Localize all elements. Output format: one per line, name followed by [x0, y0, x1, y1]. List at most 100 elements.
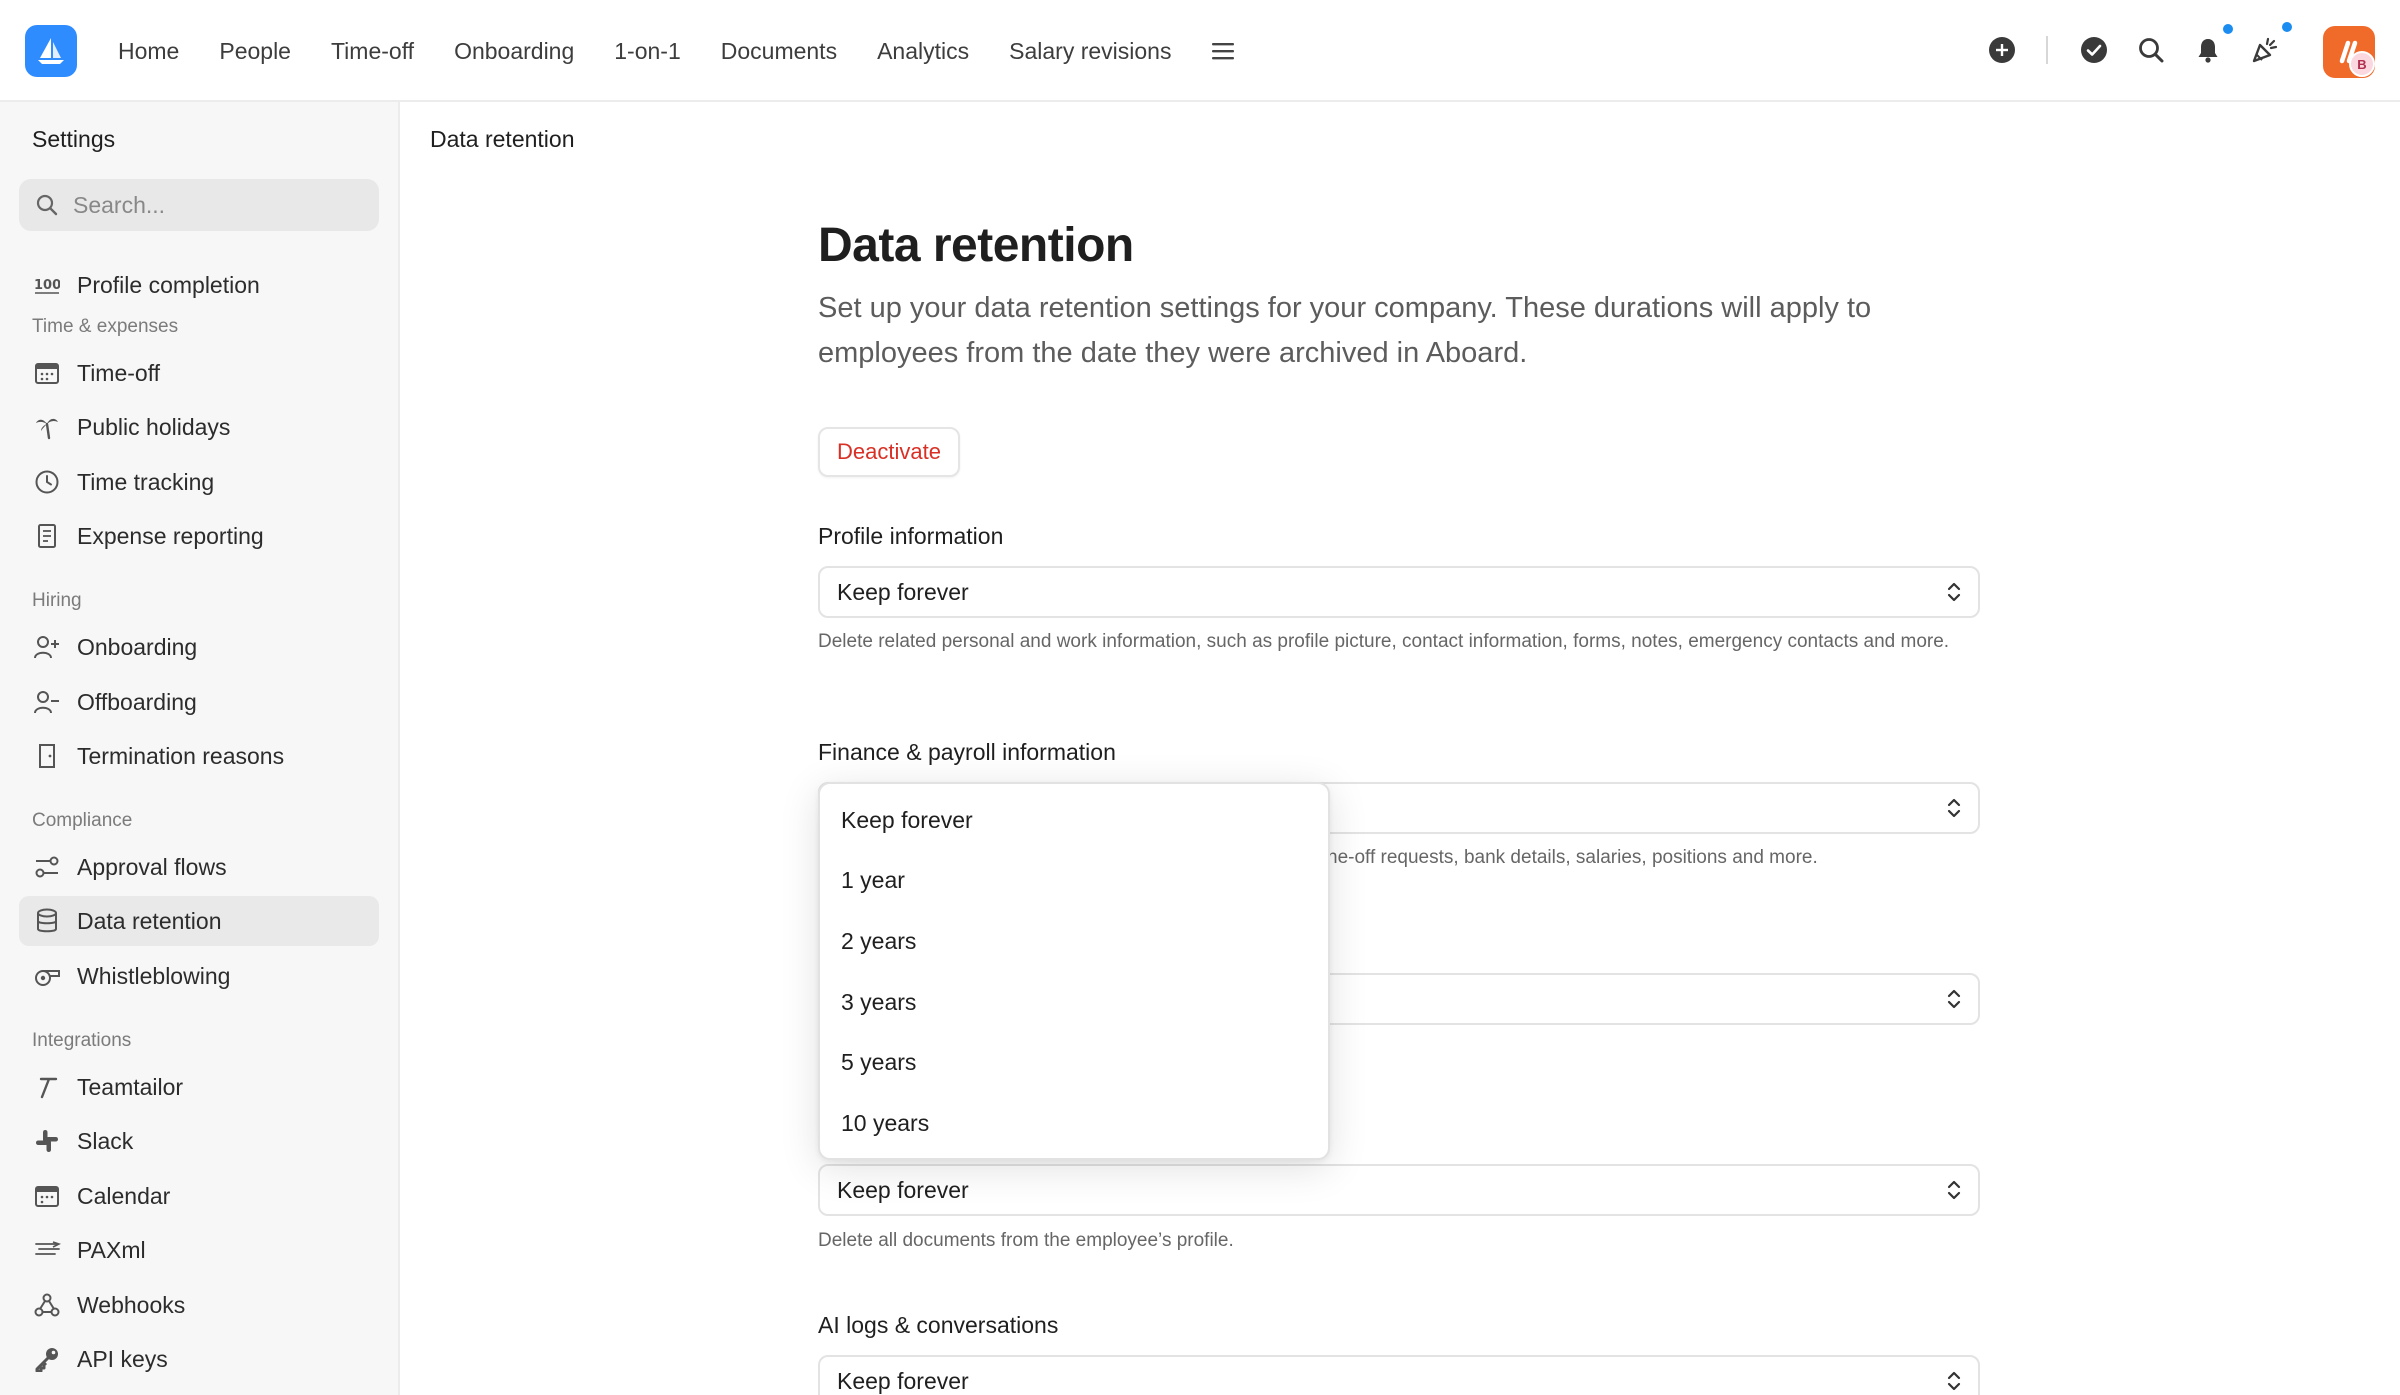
sidebar-item-onboarding[interactable]: Onboarding: [19, 622, 379, 672]
nav-1-on-1[interactable]: 1-on-1: [594, 38, 700, 65]
sidebar-item-label: Time-off: [77, 359, 161, 386]
select-ai-logs[interactable]: Keep forever: [818, 1355, 1980, 1395]
sidebar-item-label: Whistleblowing: [77, 962, 231, 989]
whats-new-button[interactable]: [2245, 30, 2285, 70]
clock-icon: [33, 468, 61, 496]
main-nav: Home People Time-off Onboarding 1-on-1 D…: [98, 0, 1245, 102]
dropdown-option-10-years[interactable]: 10 years: [820, 1093, 1328, 1154]
help-documents: Delete all documents from the employee’s…: [818, 1230, 1234, 1251]
sidebar-item-approval-flows[interactable]: Approval flows: [19, 842, 379, 892]
teamtailor-icon: [33, 1073, 61, 1101]
user-minus-icon: [33, 688, 61, 716]
search-input[interactable]: [73, 191, 363, 219]
field-label-ai-logs: AI logs & conversations: [818, 1312, 1059, 1338]
sidebar-search[interactable]: [19, 179, 379, 231]
webhooks-icon: [33, 1291, 61, 1319]
sidebar-item-data-retention[interactable]: Data retention: [19, 896, 379, 946]
nav-people[interactable]: People: [199, 38, 311, 65]
tasks-button[interactable]: [2074, 30, 2114, 70]
database-icon: [33, 907, 61, 935]
chevron-up-down-icon: [1947, 582, 1961, 602]
key-icon: [33, 1345, 61, 1373]
dropdown-option-3-years[interactable]: 3 years: [820, 972, 1328, 1033]
more-menu-button[interactable]: [1201, 29, 1245, 73]
search-icon: [2139, 38, 2164, 63]
sidebar-item-time-tracking[interactable]: Time tracking: [19, 457, 379, 507]
party-popper-icon: [2252, 37, 2278, 63]
sidebar-item-webhooks[interactable]: Webhooks: [19, 1280, 379, 1330]
bell-icon: [2198, 39, 2218, 63]
sidebar-item-label: Time tracking: [77, 468, 215, 495]
100-icon: 100: [33, 271, 61, 299]
page-title: Data retention: [818, 219, 1134, 272]
page-description: Set up your data retention settings for …: [818, 292, 1872, 369]
sidebar-item-profile-completion[interactable]: 100 Profile completion: [19, 260, 379, 310]
deactivate-button[interactable]: Deactivate: [818, 427, 960, 477]
app-logo[interactable]: [25, 25, 77, 77]
dropdown-option-2-years[interactable]: 2 years: [820, 911, 1328, 972]
calendar-icon: [33, 359, 61, 387]
sidebar-item-termination-reasons[interactable]: Termination reasons: [19, 731, 379, 781]
sidebar-item-label: Data retention: [77, 907, 222, 934]
sidebar-item-label: Slack: [77, 1127, 134, 1154]
user-initial-badge: B: [2349, 51, 2375, 77]
section-title-compliance: Compliance: [32, 810, 133, 831]
nav-time-off[interactable]: Time-off: [311, 38, 434, 65]
section-title-hiring: Hiring: [32, 590, 82, 611]
svg-text:100: 100: [34, 278, 60, 293]
sidebar-item-label: Public holidays: [77, 413, 231, 440]
receipt-icon: [33, 522, 61, 550]
sidebar-item-slack[interactable]: Slack: [19, 1116, 379, 1166]
select-profile-information[interactable]: Keep forever: [818, 566, 1980, 618]
dropdown-option-1-year[interactable]: 1 year: [820, 851, 1328, 912]
calendar-icon: [33, 1182, 61, 1210]
chevron-up-down-icon: [1947, 989, 1961, 1009]
sidebar-item-api-keys[interactable]: API keys: [19, 1334, 379, 1384]
sidebar-item-label: PAXml: [77, 1236, 146, 1263]
sidebar-item-label: Profile completion: [77, 271, 260, 298]
hamburger-menu-icon: [1212, 43, 1235, 60]
search-button[interactable]: [2131, 30, 2171, 70]
user-plus-icon: [33, 633, 61, 661]
sidebar-item-calendar[interactable]: Calendar: [19, 1171, 379, 1221]
nav-analytics[interactable]: Analytics: [857, 38, 989, 65]
help-profile-information: Delete related personal and work informa…: [818, 631, 1950, 652]
select-value: Keep forever: [837, 578, 969, 605]
sidebar-item-time-off[interactable]: Time-off: [19, 348, 379, 398]
nav-salary-revisions[interactable]: Salary revisions: [989, 38, 1191, 65]
add-button[interactable]: [1982, 30, 2022, 70]
sidebar-item-public-holidays[interactable]: Public holidays: [19, 402, 379, 452]
breadcrumb: Data retention: [430, 126, 575, 152]
sidebar-item-label: Expense reporting: [77, 522, 264, 549]
plus-circle-icon: [1989, 37, 2015, 63]
nav-home[interactable]: Home: [98, 38, 199, 65]
field-label-finance-payroll: Finance & payroll information: [818, 739, 1116, 765]
flow-icon: [33, 853, 61, 881]
sidebar-item-offboarding[interactable]: Offboarding: [19, 677, 379, 727]
dropdown-option-5-years[interactable]: 5 years: [820, 1032, 1328, 1093]
sidebar-item-label: Offboarding: [77, 688, 197, 715]
select-value: Keep forever: [837, 1367, 969, 1394]
sidebar-item-paxml[interactable]: PAXml: [19, 1225, 379, 1275]
select-documents[interactable]: Keep forever: [818, 1164, 1980, 1216]
sidebar-item-teamtailor[interactable]: Teamtailor: [19, 1062, 379, 1112]
select-value: Keep forever: [837, 1176, 969, 1203]
field-label-profile-information: Profile information: [818, 523, 1004, 549]
notification-dot: [2221, 22, 2235, 36]
section-title-integrations: Integrations: [32, 1030, 132, 1051]
palm-tree-icon: [33, 413, 61, 441]
slack-icon: [33, 1127, 61, 1155]
retention-dropdown-menu: Keep forever 1 year 2 years 3 years 5 ye…: [818, 782, 1330, 1160]
nav-documents[interactable]: Documents: [701, 38, 857, 65]
sailboat-icon: [38, 38, 64, 64]
sidebar-item-expense-reporting[interactable]: Expense reporting: [19, 511, 379, 561]
paxml-icon: [33, 1236, 61, 1264]
notifications-button[interactable]: [2188, 30, 2228, 70]
dropdown-option-keep-forever[interactable]: Keep forever: [820, 790, 1328, 851]
whats-new-dot: [2280, 20, 2294, 34]
sidebar-item-whistleblowing[interactable]: Whistleblowing: [19, 951, 379, 1001]
whistle-icon: [33, 962, 61, 990]
help-finance-payroll: ne-off requests, bank details, salaries,…: [1327, 847, 1818, 868]
nav-onboarding[interactable]: Onboarding: [434, 38, 594, 65]
sidebar-item-label: Onboarding: [77, 633, 198, 660]
